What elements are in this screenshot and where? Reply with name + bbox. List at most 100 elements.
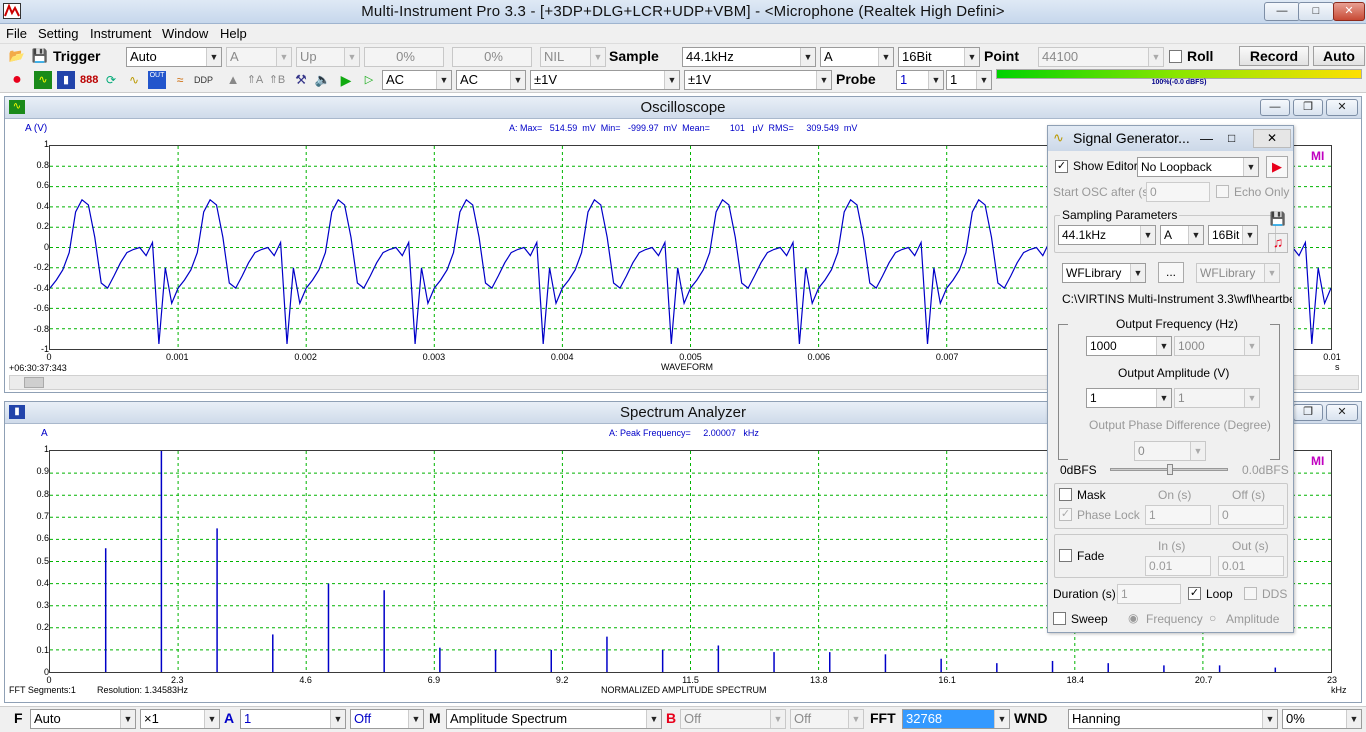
osc-restore-button[interactable]: ❐ <box>1293 99 1323 116</box>
mode-select[interactable]: Amplitude Spectrum ▼ <box>446 709 662 729</box>
probe-a-select[interactable]: 1 ▼ <box>896 70 944 90</box>
scale-select[interactable]: ×1 ▼ <box>140 709 220 729</box>
cursor-b-icon[interactable]: ⇑B <box>268 71 286 89</box>
trigger-channel-select[interactable]: A ▼ <box>226 47 292 67</box>
phase-select[interactable]: 0 ▼ <box>1134 441 1206 461</box>
range-b-select[interactable]: ±1V ▼ <box>684 70 832 90</box>
loopback-select[interactable]: No Loopback ▼ <box>1137 157 1259 177</box>
minimize-button[interactable]: — <box>1264 2 1300 21</box>
menu-setting[interactable]: Setting <box>38 26 78 41</box>
loop-checkbox[interactable]: ✓ <box>1188 587 1201 600</box>
tools-icon[interactable]: ⚒ <box>292 71 310 89</box>
trigger-level-spinner[interactable]: 0% <box>364 47 444 67</box>
sweep-frequency-radio[interactable]: ◉ <box>1128 611 1138 625</box>
wflibrary-a-select[interactable]: WFLibrary ▼ <box>1062 263 1146 283</box>
coupling-b-select[interactable]: AC ▼ <box>456 70 526 90</box>
right-amp-slider[interactable] <box>1270 324 1280 460</box>
record-dot-icon[interactable]: ● <box>8 71 26 89</box>
close-button[interactable]: ✕ <box>1333 2 1365 21</box>
sample-rate-select[interactable]: 44.1kHz ▼ <box>682 47 816 67</box>
browse-button[interactable]: ... <box>1158 262 1184 283</box>
menu-help[interactable]: Help <box>220 26 247 41</box>
duration-input[interactable]: 1 <box>1117 584 1181 604</box>
b-off-select[interactable]: Off ▼ <box>790 709 864 729</box>
fade-checkbox[interactable] <box>1059 549 1072 562</box>
maximize-button[interactable]: □ <box>1298 2 1334 21</box>
menu-file[interactable]: File <box>6 26 27 41</box>
amp-a-select[interactable]: 1 ▼ <box>1086 388 1172 408</box>
menu-instrument[interactable]: Instrument <box>90 26 151 41</box>
spectrum-icon[interactable]: ▮ <box>57 71 75 89</box>
ddp-icon[interactable]: DDP <box>194 71 213 89</box>
f-mode-select[interactable]: Auto ▼ <box>30 709 136 729</box>
sg-rate-select[interactable]: 44.1kHz ▼ <box>1058 225 1156 245</box>
echo-only-checkbox[interactable] <box>1216 185 1229 198</box>
signal-generator-icon[interactable]: ∿ <box>125 71 143 89</box>
coupling-a-select[interactable]: AC ▼ <box>382 70 452 90</box>
multimeter-icon[interactable]: 888 <box>80 71 98 89</box>
siggen-minimize-button[interactable]: — <box>1200 126 1213 151</box>
save-icon[interactable]: 💾 <box>31 47 49 65</box>
start-osc-input[interactable]: 0 <box>1146 182 1210 202</box>
probe-b-select[interactable]: 1 ▼ <box>946 70 992 90</box>
run-once-icon[interactable]: ▷ <box>360 71 378 89</box>
mask-checkbox[interactable] <box>1059 488 1072 501</box>
bits-select[interactable]: 16Bit ▼ <box>898 47 980 67</box>
siggen-close-button[interactable]: ✕ <box>1253 129 1291 148</box>
left-amp-slider[interactable] <box>1058 324 1068 460</box>
siggen-maximize-button[interactable]: □ <box>1228 126 1235 151</box>
balance-slider[interactable] <box>1110 464 1228 475</box>
show-editor-checkbox[interactable]: ✓ <box>1055 160 1068 173</box>
cursor-a-icon[interactable]: ⇑A <box>246 71 264 89</box>
mask-off-input[interactable]: 0 <box>1218 505 1284 525</box>
points-select[interactable]: 44100 ▼ <box>1038 47 1164 67</box>
range-a-select[interactable]: ±1V ▼ <box>530 70 680 90</box>
oscilloscope-icon[interactable]: ∿ <box>34 71 52 89</box>
wflibrary-b-select[interactable]: WFLibrary ▼ <box>1196 263 1280 283</box>
dds-checkbox[interactable] <box>1244 587 1257 600</box>
sweep-amplitude-radio[interactable]: ○ <box>1209 611 1216 625</box>
trigger-mode-select[interactable]: Auto ▼ <box>126 47 222 67</box>
fft-size-select[interactable]: 32768 ▼ <box>902 709 1010 729</box>
phase-lock-checkbox[interactable]: ✓ <box>1059 508 1072 521</box>
spec-restore-button[interactable]: ❐ <box>1293 404 1323 421</box>
speaker-icon[interactable]: 🔈 <box>314 71 332 89</box>
roll-checkbox[interactable] <box>1169 50 1182 63</box>
sg-save-icon[interactable]: 💾 <box>1268 211 1288 229</box>
osc-close-button[interactable]: ✕ <box>1326 99 1358 116</box>
run-icon[interactable]: ▶ <box>337 71 355 89</box>
spec-close-button[interactable]: ✕ <box>1326 404 1358 421</box>
record-button[interactable]: Record <box>1239 46 1309 66</box>
overlap-select[interactable]: 0% ▼ <box>1282 709 1362 729</box>
calibrate-icon[interactable]: ▲ <box>224 71 242 89</box>
balance-slider-thumb[interactable] <box>1167 464 1173 475</box>
dds-icon[interactable]: OUT <box>148 71 166 89</box>
window-select[interactable]: Hanning ▼ <box>1068 709 1278 729</box>
phase-plot-icon[interactable]: ⟳ <box>102 71 120 89</box>
freq-a-select[interactable]: 1000 ▼ <box>1086 336 1172 356</box>
sweep-checkbox[interactable] <box>1053 612 1066 625</box>
wnd-label: WND <box>1014 710 1048 726</box>
osc-scroll-thumb[interactable] <box>24 377 44 388</box>
amp-b-select[interactable]: 1 ▼ <box>1174 388 1260 408</box>
open-folder-icon[interactable]: 📂 <box>8 47 26 65</box>
fade-out-input[interactable]: 0.01 <box>1218 556 1284 576</box>
nil-select[interactable]: NIL ▼ <box>540 47 606 67</box>
channel-select[interactable]: A ▼ <box>820 47 894 67</box>
a-value-select[interactable]: 1 ▼ <box>240 709 346 729</box>
sg-channel-select[interactable]: A ▼ <box>1160 225 1204 245</box>
play-button[interactable]: ▶ <box>1266 156 1288 178</box>
menu-window[interactable]: Window <box>162 26 208 41</box>
a-off-select[interactable]: Off ▼ <box>350 709 424 729</box>
mask-on-input[interactable]: 1 <box>1145 505 1211 525</box>
waveform-icon[interactable]: ≈ <box>171 71 189 89</box>
osc-minimize-button[interactable]: — <box>1260 99 1290 116</box>
sg-waveform-edit-icon[interactable]: ♫ <box>1268 233 1288 253</box>
fade-in-input[interactable]: 0.01 <box>1145 556 1211 576</box>
trigger-delay-spinner[interactable]: 0% <box>452 47 532 67</box>
auto-button[interactable]: Auto <box>1313 46 1365 66</box>
b-value-select[interactable]: Off ▼ <box>680 709 786 729</box>
freq-b-select[interactable]: 1000 ▼ <box>1174 336 1260 356</box>
trigger-edge-select[interactable]: Up ▼ <box>296 47 360 67</box>
sg-bits-select[interactable]: 16Bit ▼ <box>1208 225 1258 245</box>
